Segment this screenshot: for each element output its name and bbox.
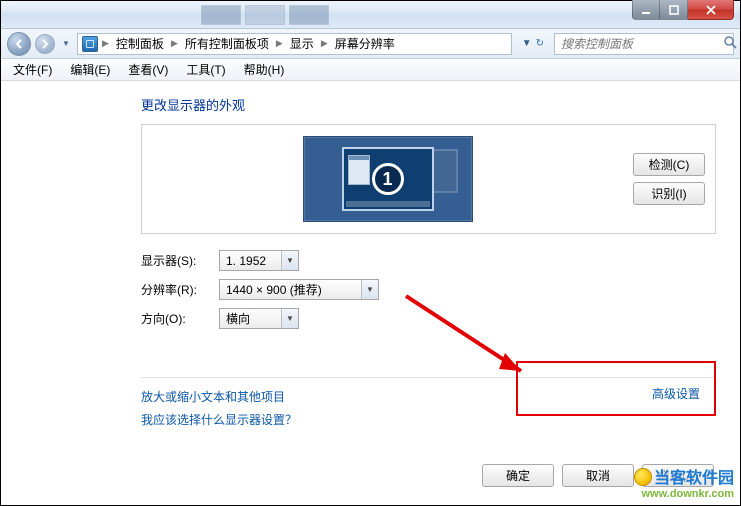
breadcrumb-item[interactable]: 所有控制面板项	[182, 35, 272, 52]
breadcrumb-path[interactable]: ▶ 控制面板 ▶ 所有控制面板项 ▶ 显示 ▶ 屏幕分辨率	[77, 33, 512, 55]
chevron-down-icon: ▼	[281, 309, 298, 328]
display-select-value: 1. 1952	[226, 254, 266, 268]
ok-button[interactable]: 确定	[482, 464, 554, 487]
chevron-right-icon: ▶	[100, 38, 111, 49]
address-bar: ▼ ▶ 控制面板 ▶ 所有控制面板项 ▶ 显示 ▶ 屏幕分辨率 ▼ ↻	[1, 29, 740, 59]
resolution-select[interactable]: 1440 × 900 (推荐) ▼	[219, 279, 379, 300]
refresh-icon[interactable]: ↻	[536, 38, 544, 49]
detect-button[interactable]: 检测(C)	[633, 153, 705, 176]
control-panel-icon	[82, 36, 98, 52]
chevron-down-icon: ▼	[361, 280, 378, 299]
search-icon	[724, 36, 737, 52]
display-select[interactable]: 1. 1952 ▼	[219, 250, 299, 271]
titlebar-preview-strip	[201, 5, 329, 25]
dialog-button-row: 确定 取消 应用(A)	[482, 464, 714, 487]
chevron-down-icon: ▼	[281, 251, 298, 270]
window-maximize-button[interactable]	[660, 0, 688, 20]
nav-forward-button[interactable]	[35, 34, 55, 54]
breadcrumb-item[interactable]: 显示	[287, 35, 317, 52]
orientation-label: 方向(O):	[141, 310, 205, 327]
monitor-arrangement[interactable]: 1	[303, 136, 473, 222]
resolution-label: 分辨率(R):	[141, 281, 205, 298]
chevron-right-icon: ▶	[169, 38, 180, 49]
orientation-select[interactable]: 横向 ▼	[219, 308, 299, 329]
breadcrumb-item[interactable]: 屏幕分辨率	[332, 35, 398, 52]
menu-edit[interactable]: 编辑(E)	[62, 59, 118, 80]
window-titlebar	[1, 1, 740, 29]
chevron-right-icon: ▶	[274, 38, 285, 49]
menu-help[interactable]: 帮助(H)	[236, 59, 293, 80]
menu-bar: 文件(F) 编辑(E) 查看(V) 工具(T) 帮助(H)	[1, 59, 740, 81]
text-size-link[interactable]: 放大或缩小文本和其他项目	[141, 388, 716, 405]
window-minimize-button[interactable]	[632, 0, 660, 20]
monitor-sample-window-icon	[348, 155, 370, 185]
window-close-button[interactable]	[688, 0, 734, 20]
search-input[interactable]	[559, 36, 720, 52]
display-preview-box: 1 检测(C) 识别(I)	[141, 124, 716, 234]
nav-back-button[interactable]	[7, 32, 31, 56]
chevron-right-icon: ▶	[319, 38, 330, 49]
advanced-settings-link[interactable]: 高级设置	[652, 385, 700, 402]
monitor-taskbar-icon	[346, 201, 430, 207]
separator	[141, 377, 716, 378]
nav-history-dropdown[interactable]: ▼	[59, 39, 73, 48]
menu-tools[interactable]: 工具(T)	[178, 59, 233, 80]
monitor-number-badge: 1	[372, 163, 404, 195]
path-dropdown-icon[interactable]: ▼	[522, 38, 532, 49]
content-pane: 更改显示器的外观 1 检测(C) 识别(I) 显示器(S): 1. 1952 ▼…	[1, 81, 740, 505]
resolution-select-value: 1440 × 900 (推荐)	[226, 281, 322, 298]
menu-view[interactable]: 查看(V)	[120, 59, 176, 80]
orientation-select-value: 横向	[226, 310, 250, 327]
identify-button[interactable]: 识别(I)	[633, 182, 705, 205]
page-title: 更改显示器的外观	[141, 95, 716, 114]
search-box[interactable]	[554, 33, 734, 55]
which-display-link[interactable]: 我应该选择什么显示器设置？	[141, 411, 716, 428]
breadcrumb-item[interactable]: 控制面板	[113, 35, 167, 52]
display-label: 显示器(S):	[141, 252, 205, 269]
monitor-primary[interactable]: 1	[342, 147, 434, 211]
cancel-button[interactable]: 取消	[562, 464, 634, 487]
apply-button[interactable]: 应用(A)	[642, 464, 714, 487]
menu-file[interactable]: 文件(F)	[5, 59, 60, 80]
